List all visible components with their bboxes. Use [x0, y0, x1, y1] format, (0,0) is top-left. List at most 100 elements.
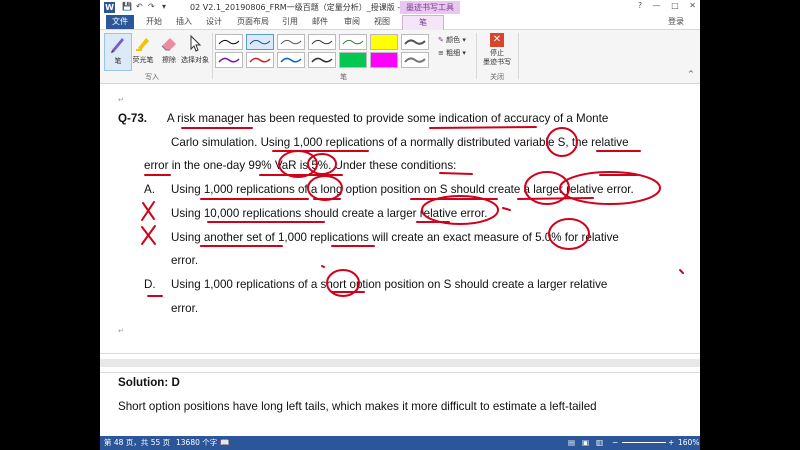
tab-home[interactable]: 开始	[142, 15, 166, 29]
option-text: Using 1,000 replications of a short opti…	[171, 278, 608, 291]
question-line-3: error in the one-day 99% VaR is 5%. Unde…	[144, 159, 457, 172]
close-button[interactable]: ✕	[689, 1, 696, 10]
solution-label: Solution: D	[118, 376, 180, 389]
pen-swatch[interactable]	[277, 34, 305, 50]
group-divider	[476, 33, 477, 79]
option-text: Using 1,000 replications of a long optio…	[171, 183, 634, 196]
collapse-ribbon-icon[interactable]: ^	[688, 70, 694, 78]
customize-qat-icon[interactable]: ▾	[162, 2, 166, 11]
tab-review[interactable]: 审阅	[340, 15, 364, 29]
pen-swatch[interactable]	[308, 34, 336, 50]
group-divider	[518, 33, 519, 79]
stop-inking-button[interactable]: ✕ 停止 墨迹书写	[480, 33, 514, 67]
color-dropdown[interactable]: ✎ 颜色 ▾	[438, 35, 466, 45]
solution-text: Short option positions have long left ta…	[118, 400, 597, 413]
tab-mailings[interactable]: 邮件	[308, 15, 332, 29]
select-objects-label: 选择对象	[181, 56, 209, 64]
option-text: Using another set of 1,000 replications …	[171, 231, 619, 244]
maximize-button[interactable]: □	[671, 1, 679, 10]
title-bar: W 💾 ↶ ↷ ▾ 02 V2.1_20190806_FRM一级百题（定量分析）…	[100, 0, 700, 15]
select-objects-button[interactable]: 选择对象	[180, 33, 210, 65]
print-layout-icon[interactable]: ▣	[582, 436, 589, 450]
question-text: A risk manager has been requested to pro…	[166, 112, 609, 125]
pen-swatch[interactable]	[401, 34, 429, 50]
redo-icon[interactable]: ↷	[148, 2, 155, 11]
thickness-icon: ≡	[438, 49, 444, 57]
ribbon-pen: 笔 荧光笔 擦除 选择对象 写入 ✎ 颜色 ▾ ≡ 粗细 ▾ 笔 ✕ 停止 墨迹…	[100, 30, 700, 84]
paragraph-mark: ↵	[118, 327, 124, 335]
option-a[interactable]: A. Using 1,000 replications of a long opt…	[144, 183, 634, 196]
proofing-icon[interactable]: 📖	[220, 436, 229, 450]
pen-swatch[interactable]	[277, 52, 305, 68]
highlighter-swatch[interactable]	[339, 52, 367, 68]
highlighter-swatch[interactable]	[370, 52, 398, 68]
option-d[interactable]: D. Using 1,000 replications of a short op…	[144, 278, 607, 291]
eraser-label: 擦除	[162, 56, 176, 64]
web-layout-icon[interactable]: ▥	[596, 436, 603, 450]
highlighter-label: 荧光笔	[132, 56, 154, 64]
tab-layout[interactable]: 页面布局	[233, 15, 273, 29]
option-letter: C.	[144, 231, 171, 244]
tab-design[interactable]: 设计	[202, 15, 226, 29]
highlighter-icon	[133, 33, 153, 53]
question-line-2: Carlo simulation. Using 1,000 replicatio…	[171, 136, 629, 149]
pen-swatch[interactable]	[339, 34, 367, 50]
tab-file[interactable]: 文件	[106, 15, 134, 29]
document-title: 02 V2.1_20190806_FRM一级百题（定量分析）_授课版 - Wor…	[190, 3, 424, 12]
pen-label: 笔	[114, 57, 122, 65]
page-count[interactable]: 第 48 页，共 55 页	[104, 436, 170, 450]
pen-swatch[interactable]	[246, 52, 274, 68]
pens-group-label: 笔	[340, 73, 347, 81]
thickness-dropdown[interactable]: ≡ 粗细 ▾	[438, 48, 466, 58]
pen-swatch[interactable]	[246, 34, 274, 50]
close-group-label: 关闭	[490, 73, 504, 81]
pen-swatch[interactable]	[215, 34, 243, 50]
ink-tools-context-tab: 墨迹书写工具	[400, 1, 460, 14]
sign-in-link[interactable]: 登录	[668, 15, 684, 29]
option-letter: B.	[144, 207, 171, 220]
zoom-out-button[interactable]: −	[612, 436, 618, 450]
highlighter-swatch[interactable]	[370, 34, 398, 50]
highlighter-button[interactable]: 荧光笔	[130, 33, 156, 65]
tab-view[interactable]: 视图	[370, 15, 394, 29]
option-letter: A.	[144, 183, 155, 196]
question-line-1: Q-73. A risk manager has been requested …	[118, 112, 608, 125]
pen-swatch[interactable]	[308, 52, 336, 68]
option-letter: D.	[144, 278, 156, 291]
tab-references[interactable]: 引用	[278, 15, 302, 29]
paragraph-mark: ↵	[118, 96, 124, 104]
status-bar: 第 48 页，共 55 页 13680 个字 📖 ▤ ▣ ▥ − + 160%	[100, 436, 700, 450]
tab-pen[interactable]: 笔	[402, 15, 444, 30]
window-controls: ? — □ ✕	[630, 1, 696, 10]
write-group-label: 写入	[145, 73, 159, 81]
zoom-in-button[interactable]: +	[668, 436, 674, 450]
solution-heading: Solution: D	[118, 376, 180, 389]
read-mode-icon[interactable]: ▤	[568, 436, 575, 450]
stop-label-line1: 停止	[490, 49, 504, 57]
option-c[interactable]: C.Using another set of 1,000 replication…	[144, 231, 619, 244]
tab-insert[interactable]: 插入	[172, 15, 196, 29]
eraser-icon	[159, 33, 179, 53]
undo-icon[interactable]: ↶	[136, 2, 143, 11]
pen-button[interactable]: 笔	[104, 33, 132, 71]
option-b[interactable]: B.Using 10,000 replications should creat…	[144, 207, 487, 220]
thickness-label: 粗细	[446, 49, 461, 57]
minimize-button[interactable]: —	[653, 1, 661, 10]
color-label: 颜色	[446, 36, 461, 44]
help-button[interactable]: ?	[638, 1, 642, 10]
option-text: Using 10,000 replications should create …	[171, 207, 488, 220]
zoom-slider[interactable]	[622, 442, 666, 443]
pen-swatch[interactable]	[215, 52, 243, 68]
close-x-icon: ✕	[490, 33, 504, 47]
group-divider	[212, 33, 213, 79]
save-icon[interactable]: 💾	[122, 2, 132, 11]
option-d-continued: error.	[171, 302, 199, 315]
eraser-button[interactable]: 擦除	[156, 33, 182, 65]
word-logo-icon: W	[104, 2, 115, 13]
pen-swatch[interactable]	[401, 52, 429, 68]
word-count[interactable]: 13680 个字	[176, 436, 217, 450]
word-window: W 💾 ↶ ↷ ▾ 02 V2.1_20190806_FRM一级百题（定量分析）…	[100, 0, 700, 450]
zoom-level[interactable]: 160%	[678, 436, 699, 450]
page-break	[100, 353, 700, 373]
document-area[interactable]: ↵ Q-73. A risk manager has been requeste…	[100, 84, 700, 436]
